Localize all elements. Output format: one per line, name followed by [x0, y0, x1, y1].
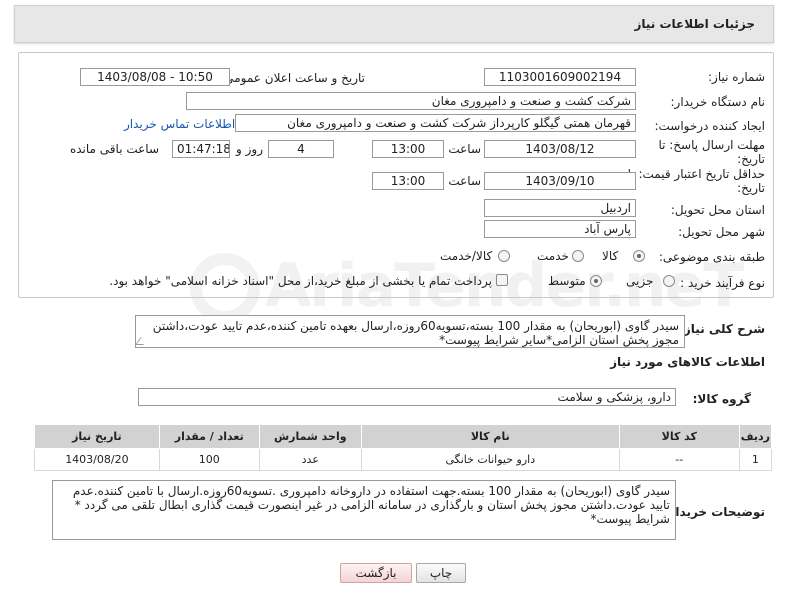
purchase-radio-medium[interactable]: [590, 275, 602, 287]
buyer-org-label: نام دستگاه خریدار:: [670, 95, 766, 109]
reply-time-field[interactable]: 13:00: [372, 140, 444, 158]
cell-qty: 100: [158, 448, 260, 471]
page-header: جزئیات اطلاعات نیاز: [14, 5, 774, 43]
requester-label: ایجاد کننده درخواست:: [654, 119, 765, 133]
buyer-notes-label: توضیحات خریدار:: [663, 505, 765, 519]
validity-time-label: ساعت: [448, 174, 481, 188]
price-validity-date-label: تاریخ:: [737, 181, 765, 195]
cell-name: دارو حیوانات خانگی: [360, 448, 620, 471]
buyer-contact-link[interactable]: اطلاعات تماس خریدار: [124, 117, 235, 131]
col-row: ردیف: [738, 424, 773, 449]
requester-field[interactable]: قهرمان همتی گیگلو کارپرداز شرکت کشت و صن…: [235, 114, 636, 132]
col-qty: تعداد / مقدار: [158, 424, 260, 449]
remaining-time-label: ساعت باقی مانده: [69, 142, 159, 156]
need-number-field[interactable]: 1103001609002194: [484, 68, 636, 86]
col-unit: واحد شمارش: [258, 424, 362, 449]
category-label: طبقه بندی موضوعی:: [658, 250, 765, 264]
purchase-minor-label: جزیی: [626, 274, 654, 288]
reply-date-field[interactable]: 1403/08/12: [484, 140, 636, 158]
goods-table: ردیف کد کالا نام کالا واحد شمارش تعداد /…: [34, 424, 773, 471]
goods-group-label: گروه کالا:: [692, 392, 751, 406]
table-row[interactable]: 1 -- دارو حیوانات خانگی عدد 100 1403/08/…: [34, 448, 773, 471]
back-button[interactable]: بازگشت: [340, 563, 412, 583]
validity-time-field[interactable]: 13:00: [372, 172, 444, 190]
description-label: شرح کلی نیاز:: [679, 322, 765, 336]
announce-datetime-label: تاریخ و ساعت اعلان عمومی:: [220, 71, 365, 85]
col-name: نام کالا: [360, 424, 620, 449]
category-goods-service-label: کالا/خدمت: [440, 249, 493, 263]
goods-table-header: ردیف کد کالا نام کالا واحد شمارش تعداد /…: [34, 424, 773, 449]
category-radio-service[interactable]: [572, 250, 584, 262]
purchase-medium-label: متوسط: [548, 274, 586, 288]
city-field[interactable]: پارس آباد: [484, 220, 636, 238]
buyer-org-field[interactable]: شرکت کشت و صنعت و دامپروری مغان: [186, 92, 636, 110]
goods-group-field[interactable]: دارو، پزشکی و سلامت: [138, 388, 676, 406]
remaining-days-field[interactable]: 4: [268, 140, 334, 158]
reply-deadline-date-label: تاریخ:: [737, 152, 765, 166]
col-date: تاریخ نیاز: [34, 424, 160, 449]
cell-unit: عدد: [258, 448, 362, 471]
purchase-type-label: نوع فرآیند خرید :: [680, 276, 765, 290]
description-textarea[interactable]: سیدر گاوی (ابوریحان) به مقدار 100 بسته،ت…: [135, 315, 685, 348]
province-label: استان محل تحویل:: [670, 203, 765, 217]
buyer-notes-text: سیدر گاوی (ابوریحان) به مقدار 100 بسته.ج…: [72, 484, 670, 526]
category-radio-goods[interactable]: [633, 250, 645, 262]
cell-date: 1403/08/20: [34, 448, 160, 471]
treasury-payment-checkbox[interactable]: [496, 274, 508, 286]
days-and-label: روز و: [236, 142, 263, 156]
buyer-notes-textarea[interactable]: سیدر گاوی (ابوریحان) به مقدار 100 بسته.ج…: [52, 480, 676, 540]
price-validity-label: حداقل تاریخ اعتبار قیمت: تا: [627, 167, 765, 181]
cell-row: 1: [738, 448, 773, 471]
category-service-label: خدمت: [537, 249, 569, 263]
category-goods-label: کالا: [602, 249, 619, 263]
page-title: جزئیات اطلاعات نیاز: [634, 17, 755, 31]
need-number-label: شماره نیاز:: [708, 70, 765, 84]
reply-deadline-label: مهلت ارسال پاسخ: تا: [658, 138, 765, 152]
description-text: سیدر گاوی (ابوریحان) به مقدار 100 بسته،ت…: [152, 319, 679, 347]
reply-time-label: ساعت: [448, 142, 481, 156]
remaining-time-field[interactable]: 01:47:18: [172, 140, 230, 158]
print-button[interactable]: چاپ: [416, 563, 466, 583]
treasury-payment-note: پرداخت تمام یا بخشی از مبلغ خرید،از محل …: [109, 274, 492, 288]
col-code: کد کالا: [618, 424, 740, 449]
city-label: شهر محل تحویل:: [678, 225, 765, 239]
resize-handle-icon[interactable]: [136, 337, 149, 345]
cell-code: --: [618, 448, 740, 471]
province-field[interactable]: اردبیل: [484, 199, 636, 217]
announce-datetime-field[interactable]: 1403/08/08 - 10:50: [80, 68, 230, 86]
purchase-radio-minor[interactable]: [663, 275, 675, 287]
goods-section-title: اطلاعات کالاهای مورد نیاز: [610, 355, 765, 369]
validity-date-field[interactable]: 1403/09/10: [484, 172, 636, 190]
category-radio-goods-service[interactable]: [498, 250, 510, 262]
